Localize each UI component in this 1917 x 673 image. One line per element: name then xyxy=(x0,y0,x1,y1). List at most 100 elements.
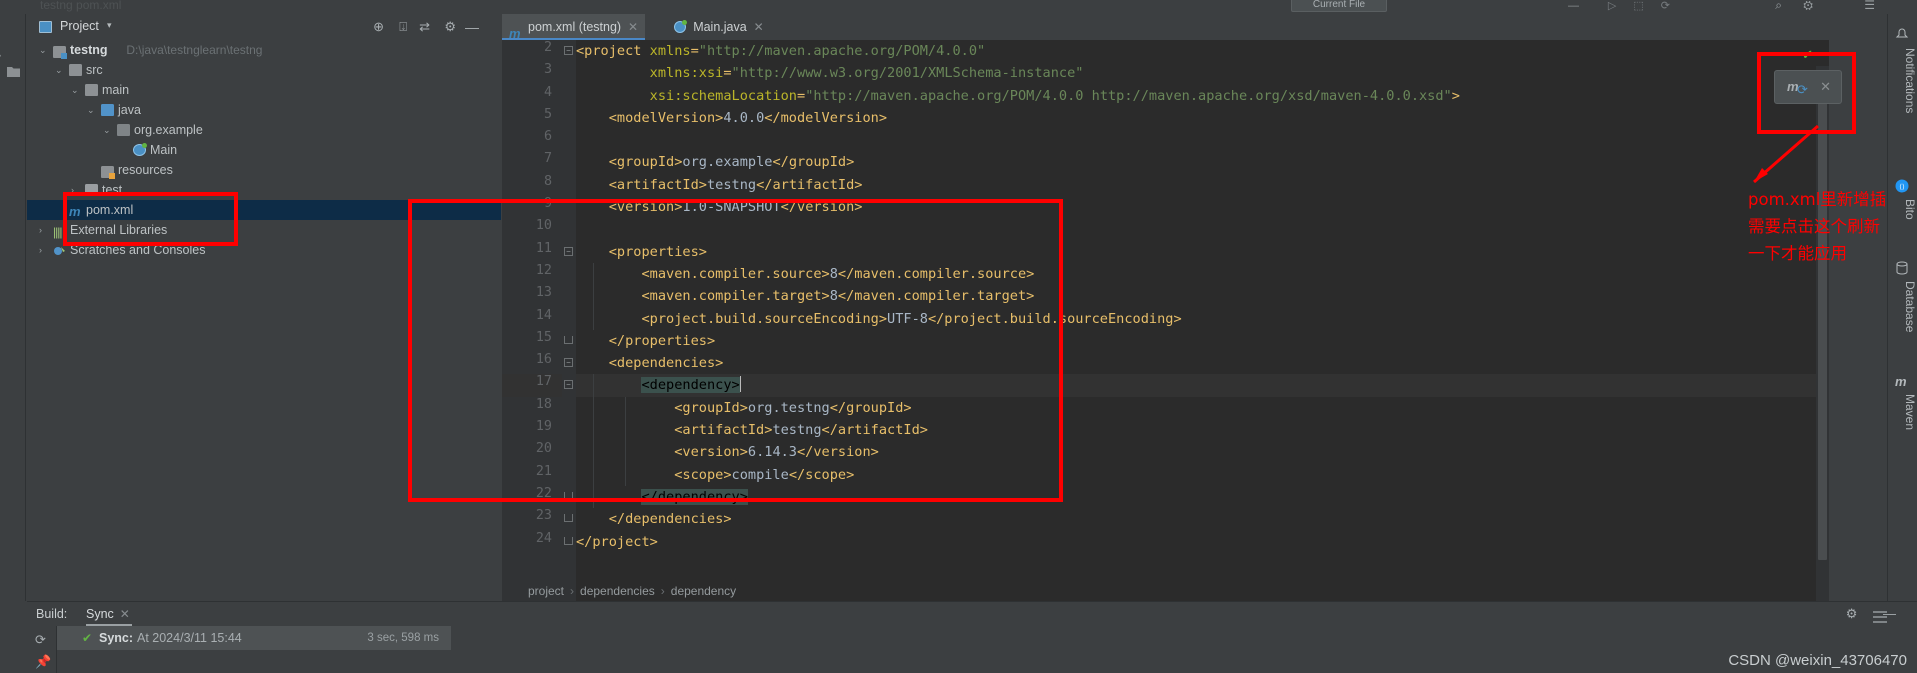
sidebar-item-bito[interactable]: Bito xyxy=(1887,199,1917,220)
breadcrumb-item-dependency[interactable]: dependency xyxy=(671,584,736,598)
code-line[interactable]: </dependencies> xyxy=(576,508,1829,530)
burger-menu-icon[interactable]: ☰ xyxy=(1864,0,1875,12)
code-line[interactable]: </properties> xyxy=(576,330,1829,352)
fold-marker[interactable] xyxy=(562,441,576,463)
run-controls[interactable]: ▷ ⬚ ⟳ xyxy=(1608,0,1677,12)
tree-row-external-libraries[interactable]: › |||| External Libraries xyxy=(27,220,501,240)
fold-end-icon[interactable] xyxy=(564,536,573,545)
hide-icon[interactable]: — xyxy=(465,19,479,35)
fold-marker[interactable]: − xyxy=(562,352,576,374)
code-editor[interactable]: 2 3 4 5 6 7 8 9 10 11 12 13 14 15 16 17 18 19 20 21 22 23 24 −… xyxy=(502,40,1829,601)
code-line[interactable]: <maven.compiler.source>8</maven.compiler… xyxy=(576,262,1829,286)
expand-icon[interactable]: ⇄ xyxy=(419,19,430,35)
close-icon[interactable]: ✕ xyxy=(754,14,764,40)
chevron-down-icon[interactable]: ▾ xyxy=(107,20,112,31)
chevron-icon[interactable]: ⌄ xyxy=(103,120,111,140)
editor-tab-pom-xml[interactable]: m pom.xml (testng) ✕ xyxy=(502,14,646,41)
build-sync-row[interactable]: ✔ Sync: At 2024/3/11 15:44 3 sec, 598 ms xyxy=(57,626,451,650)
fold-marker[interactable]: − xyxy=(562,374,576,396)
fold-marker[interactable] xyxy=(562,263,576,285)
tree-row-test[interactable]: › test xyxy=(27,180,501,200)
chevron-icon[interactable]: › xyxy=(39,220,42,240)
folder-icon[interactable] xyxy=(7,66,20,77)
code-line[interactable]: <properties> xyxy=(576,241,1829,263)
editor-tab-Main-java[interactable]: Main.java ✕ xyxy=(667,14,771,40)
code-line[interactable]: <project.build.sourceEncoding>UTF-8</pro… xyxy=(576,307,1829,330)
tree-row-java[interactable]: ⌄ java xyxy=(27,100,501,120)
tree-row-src[interactable]: ⌄ src xyxy=(27,60,501,80)
fold-marker[interactable] xyxy=(562,508,576,530)
fold-marker[interactable] xyxy=(562,151,576,173)
fold-marker[interactable] xyxy=(562,174,576,196)
bell-icon[interactable] xyxy=(1895,28,1909,42)
sidebar-item-notifications[interactable]: Notifications xyxy=(1887,48,1917,113)
fold-marker[interactable] xyxy=(562,196,576,218)
code-line[interactable]: <version>6.14.3</version> xyxy=(576,441,1829,464)
fold-marker[interactable] xyxy=(562,308,576,330)
code-line[interactable]: <project xmlns="http://maven.apache.org/… xyxy=(576,40,1829,62)
editor-tab-bar[interactable]: m pom.xml (testng) ✕ Main.java ✕ xyxy=(502,14,1829,41)
maven-icon[interactable]: m xyxy=(1895,374,1909,389)
fold-marker[interactable]: − xyxy=(562,241,576,263)
code-line[interactable] xyxy=(576,129,1829,151)
sidebar-item-database[interactable]: Database xyxy=(1887,281,1917,332)
fold-marker[interactable] xyxy=(562,531,576,553)
tree-row-main[interactable]: ⌄ main xyxy=(27,80,501,100)
target-icon[interactable]: ⊕ xyxy=(373,19,384,35)
chevron-icon[interactable]: ⌄ xyxy=(87,100,95,120)
chevron-icon[interactable]: ⌄ xyxy=(55,60,63,80)
toolbar-right-icons[interactable]: ⌕ ⚙ xyxy=(1775,0,1822,13)
tree-row-testng[interactable]: ⌄ testng D:\java\testnglearn\testng xyxy=(27,40,501,60)
code-line[interactable]: xsi:schemaLocation="http://maven.apache.… xyxy=(576,85,1829,107)
code-line[interactable]: <artifactId>testng</artifactId> xyxy=(576,419,1829,442)
current-file-selector[interactable]: Current File xyxy=(1291,0,1387,12)
fold-marker[interactable] xyxy=(562,129,576,151)
tree-row-main[interactable]: Main xyxy=(27,140,501,160)
fold-marker[interactable] xyxy=(562,397,576,419)
code-line[interactable]: <groupId>org.testng</groupId> xyxy=(576,396,1829,420)
fold-marker[interactable] xyxy=(562,486,576,508)
project-tree[interactable]: ⌄ testng D:\java\testnglearn\testng ⌄ src ⌄ ma… xyxy=(27,40,501,260)
fold-marker[interactable] xyxy=(562,330,576,352)
fold-collapse-icon[interactable]: − xyxy=(564,358,573,368)
code-line[interactable]: <dependencies> xyxy=(576,352,1829,374)
code-line[interactable]: <modelVersion>4.0.0</modelVersion> xyxy=(576,107,1829,129)
fold-marker[interactable]: − xyxy=(562,40,576,62)
code-line[interactable]: <groupId>org.example</groupId> xyxy=(576,151,1829,173)
fold-collapse-icon[interactable]: − xyxy=(564,46,573,55)
fold-collapse-icon[interactable]: − xyxy=(564,246,573,256)
settings-gear-icon[interactable]: ⚙ xyxy=(444,19,456,35)
chevron-icon[interactable]: › xyxy=(71,180,74,200)
close-icon[interactable]: ✕ xyxy=(628,14,638,40)
database-icon[interactable] xyxy=(1895,261,1909,275)
build-scroll-handle[interactable] xyxy=(1873,611,1887,637)
collapse-all-icon[interactable]: ⍗ xyxy=(399,19,407,35)
tab-sync[interactable]: Sync ✕ xyxy=(86,602,132,626)
rerun-icon[interactable]: ⟳ xyxy=(35,632,46,648)
fold-marker[interactable] xyxy=(562,218,576,240)
bito-chat-icon[interactable]: ⟨⟩ xyxy=(1895,179,1909,193)
tree-row-resources[interactable]: resources xyxy=(27,160,501,180)
fold-marker[interactable] xyxy=(562,107,576,129)
breadcrumb[interactable]: project › dependencies › dependency xyxy=(502,582,736,601)
minimize-button[interactable]: — xyxy=(1568,0,1587,12)
code-line[interactable] xyxy=(576,218,1829,240)
code-line[interactable]: <version>1.0-SNAPSHOT</version> xyxy=(576,196,1829,218)
chevron-icon[interactable]: › xyxy=(39,240,42,260)
code-line[interactable]: <dependency> xyxy=(576,374,1829,397)
code-line[interactable]: xmlns:xsi="http://www.w3.org/2001/XMLSch… xyxy=(576,62,1829,84)
chevron-icon[interactable]: ⌄ xyxy=(71,80,79,100)
tree-row-org-example[interactable]: ⌄ org.example xyxy=(27,120,501,140)
code-line[interactable]: <scope>compile</scope> xyxy=(576,463,1829,486)
fold-end-icon[interactable] xyxy=(564,491,573,500)
chevron-icon[interactable]: ⌄ xyxy=(39,40,47,60)
fold-collapse-icon[interactable]: − xyxy=(564,380,573,390)
window-controls[interactable]: — xyxy=(1568,0,1587,12)
code-line[interactable]: </dependency> xyxy=(576,485,1829,509)
tree-row-pom-xml[interactable]: m pom.xml xyxy=(27,200,501,220)
tree-row-scratches-and-consoles[interactable]: › Scratches and Consoles xyxy=(27,240,501,260)
fold-marker[interactable] xyxy=(562,464,576,486)
fold-marker[interactable] xyxy=(562,419,576,441)
breadcrumb-item-project[interactable]: project xyxy=(528,584,564,598)
pin-icon[interactable]: 📌 xyxy=(35,654,51,670)
